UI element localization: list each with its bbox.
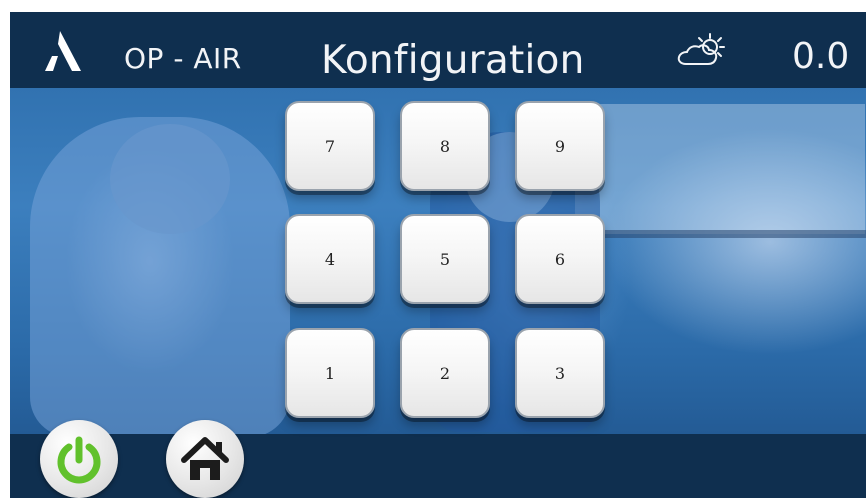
home-button[interactable] — [166, 420, 244, 498]
home-icon — [181, 437, 229, 480]
background-rail — [570, 230, 866, 238]
keypad-key-5[interactable]: 5 — [400, 214, 490, 304]
power-icon — [57, 436, 101, 484]
keypad-key-1[interactable]: 1 — [285, 328, 375, 418]
screen: OP - AIR Konfiguration 0.0 7 8 9 4 5 6 1… — [10, 12, 866, 498]
keypad-key-3[interactable]: 3 — [515, 328, 605, 418]
partly-sunny-icon — [672, 30, 728, 74]
power-button[interactable] — [40, 420, 118, 498]
bottom-bar — [10, 434, 866, 498]
keypad-key-8[interactable]: 8 — [400, 101, 490, 191]
keypad-key-7[interactable]: 7 — [285, 101, 375, 191]
keypad-key-6[interactable]: 6 — [515, 214, 605, 304]
page-title: Konfiguration — [321, 38, 585, 83]
brand-label: OP - AIR — [124, 42, 242, 75]
keypad-key-2[interactable]: 2 — [400, 328, 490, 418]
keypad-key-4[interactable]: 4 — [285, 214, 375, 304]
current-value: 0.0 — [792, 36, 850, 77]
keypad-key-9[interactable]: 9 — [515, 101, 605, 191]
background-person-left-head — [110, 124, 230, 234]
top-bar: OP - AIR Konfiguration 0.0 — [10, 12, 866, 88]
stylized-a-logo-icon — [42, 28, 82, 74]
app-frame: OP - AIR Konfiguration 0.0 7 8 9 4 5 6 1… — [0, 0, 866, 498]
background-window-area — [575, 104, 865, 234]
